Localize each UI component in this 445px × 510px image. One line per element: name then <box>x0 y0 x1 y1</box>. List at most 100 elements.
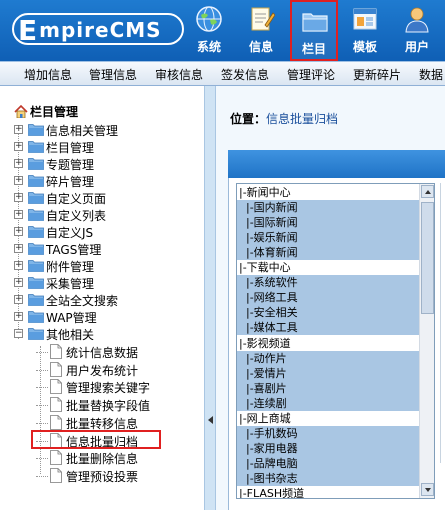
tree-item-label[interactable]: 碎片管理 <box>46 173 94 190</box>
list-option[interactable]: |-娱乐新闻 <box>237 230 420 246</box>
tree-item-label[interactable]: 专题管理 <box>46 156 94 173</box>
form-right-column <box>440 183 445 463</box>
menu-manage-info[interactable]: 管理信息 <box>89 66 137 83</box>
expand-toggle-icon[interactable]: + <box>14 278 23 287</box>
list-option[interactable]: |-新闻中心 <box>237 185 420 200</box>
panel-splitter[interactable] <box>204 86 216 510</box>
scroll-up-button[interactable] <box>421 185 434 198</box>
tree-connector <box>36 475 48 477</box>
folder-icon <box>28 328 44 340</box>
tree-child-label[interactable]: 用户发布统计 <box>66 362 138 379</box>
folder-icon <box>28 226 44 238</box>
expand-toggle-icon[interactable]: + <box>14 227 23 236</box>
menu-review-info[interactable]: 审核信息 <box>155 66 203 83</box>
menu-sign-info[interactable]: 签发信息 <box>221 66 269 83</box>
list-option[interactable]: |-下载中心 <box>237 260 420 275</box>
page-icon <box>50 467 62 483</box>
list-option[interactable]: |-媒体工具 <box>237 320 420 336</box>
list-option[interactable]: |-手机数码 <box>237 425 420 441</box>
tree-item-label[interactable]: 全站全文搜索 <box>46 292 118 309</box>
list-option[interactable]: |-喜剧片 <box>237 380 420 396</box>
expand-toggle-icon[interactable]: + <box>14 244 23 253</box>
logo-initial: E <box>18 14 39 47</box>
list-option[interactable]: |-国际新闻 <box>237 215 420 231</box>
list-scrollbar[interactable] <box>419 184 434 498</box>
collapse-toggle-icon[interactable]: − <box>14 329 23 338</box>
nav-user-button[interactable]: 用户 <box>396 0 438 61</box>
tree-child-label[interactable]: 管理预设投票 <box>66 468 138 485</box>
list-option[interactable]: |-安全相关 <box>237 305 420 321</box>
folder-icon <box>28 158 44 170</box>
collapse-arrow-icon[interactable] <box>208 416 213 424</box>
menu-update-fragments[interactable]: 更新碎片 <box>353 66 401 83</box>
document-icon <box>251 7 275 31</box>
list-option[interactable]: |-动作片 <box>237 350 420 366</box>
list-option[interactable]: |-FLASH频道 <box>237 486 420 498</box>
tree-item-label[interactable]: 自定义页面 <box>46 190 106 207</box>
tree-child-label[interactable]: 批量删除信息 <box>66 450 138 467</box>
breadcrumb: 位置：信息批量归档 <box>230 110 338 127</box>
list-option[interactable]: |-家用电器 <box>237 440 420 456</box>
tree-child-label[interactable]: 管理搜索关键字 <box>66 379 150 396</box>
logo-rest: mpireCMS <box>39 18 162 42</box>
list-option[interactable]: |-品牌电脑 <box>237 455 420 471</box>
folder-icon <box>28 294 44 306</box>
nav-template-label: 模板 <box>352 40 377 54</box>
tree-child-label[interactable]: 统计信息数据 <box>66 344 138 361</box>
nav-system-button[interactable]: 系统 <box>188 0 230 61</box>
expand-toggle-icon[interactable]: + <box>14 176 23 185</box>
list-option[interactable]: |-网络工具 <box>237 290 420 306</box>
expand-toggle-icon[interactable]: + <box>14 159 23 168</box>
menu-data[interactable]: 数据 <box>419 66 443 83</box>
folder-icon <box>28 311 44 323</box>
window-icon <box>353 8 377 30</box>
tree-item-label[interactable]: WAP管理 <box>46 309 97 326</box>
tree-connector <box>36 458 48 460</box>
list-option[interactable]: |-国内新闻 <box>237 200 420 216</box>
folder-icon <box>302 13 328 32</box>
expand-toggle-icon[interactable]: + <box>14 312 23 321</box>
tree-item-label[interactable]: TAGS管理 <box>46 241 101 258</box>
left-tree-panel: 栏目管理 + 信息相关管理 + 栏目管理 + 专题管理 + 碎片管理 + 自定义页面 + 自定义列表 +… <box>0 86 204 510</box>
expand-toggle-icon[interactable]: + <box>14 125 23 134</box>
tree-item-label[interactable]: 自定义列表 <box>46 207 106 224</box>
folder-icon <box>28 209 44 221</box>
expand-toggle-icon[interactable]: + <box>14 142 23 151</box>
location-value[interactable]: 信息批量归档 <box>266 112 338 126</box>
menu-manage-comments[interactable]: 管理评论 <box>287 66 335 83</box>
tree-item-label[interactable]: 采集管理 <box>46 275 94 292</box>
folder-icon <box>28 192 44 204</box>
list-option[interactable]: |-爱情片 <box>237 365 420 381</box>
folder-icon <box>28 175 44 187</box>
expand-toggle-icon[interactable]: + <box>14 295 23 304</box>
tree-child-label[interactable]: 批量替换字段值 <box>66 397 150 414</box>
scroll-thumb[interactable] <box>421 202 434 314</box>
nav-user-label: 用户 <box>404 40 429 54</box>
arrow-down-icon <box>425 488 431 492</box>
list-option[interactable]: |-体育新闻 <box>237 245 420 261</box>
nav-column-label: 栏目 <box>301 42 326 56</box>
tree-item-label[interactable]: 栏目管理 <box>46 139 94 156</box>
tree-item-label[interactable]: 其他相关 <box>46 326 94 343</box>
tree-guide-line-children <box>40 346 41 474</box>
expand-toggle-icon[interactable]: + <box>14 193 23 202</box>
list-option[interactable]: |-影视频道 <box>237 336 420 351</box>
tree-item-label[interactable]: 自定义JS <box>46 224 93 241</box>
expand-toggle-icon[interactable]: + <box>14 210 23 219</box>
column-select-list[interactable]: |-新闻中心 |-国内新闻 |-国际新闻 |-娱乐新闻 |-体育新闻 |-下载中心… <box>236 183 435 499</box>
list-option[interactable]: |-连续剧 <box>237 395 420 411</box>
list-option[interactable]: |-网上商城 <box>237 411 420 426</box>
menu-add-info[interactable]: 增加信息 <box>24 66 72 83</box>
nav-column-button[interactable]: 栏目 <box>290 0 338 61</box>
list-option[interactable]: |-图书杂志 <box>237 470 420 486</box>
nav-info-button[interactable]: 信息 <box>240 0 282 61</box>
tree-item-label[interactable]: 信息相关管理 <box>46 122 118 139</box>
folder-icon <box>28 260 44 272</box>
page-icon <box>50 414 62 430</box>
tree-item-label[interactable]: 附件管理 <box>46 258 94 275</box>
list-option[interactable]: |-系统软件 <box>237 275 420 291</box>
form-body: |-新闻中心 |-国内新闻 |-国际新闻 |-娱乐新闻 |-体育新闻 |-下载中心… <box>228 178 445 510</box>
expand-toggle-icon[interactable]: + <box>14 261 23 270</box>
nav-template-button[interactable]: 模板 <box>344 0 386 61</box>
scroll-down-button[interactable] <box>421 483 434 496</box>
